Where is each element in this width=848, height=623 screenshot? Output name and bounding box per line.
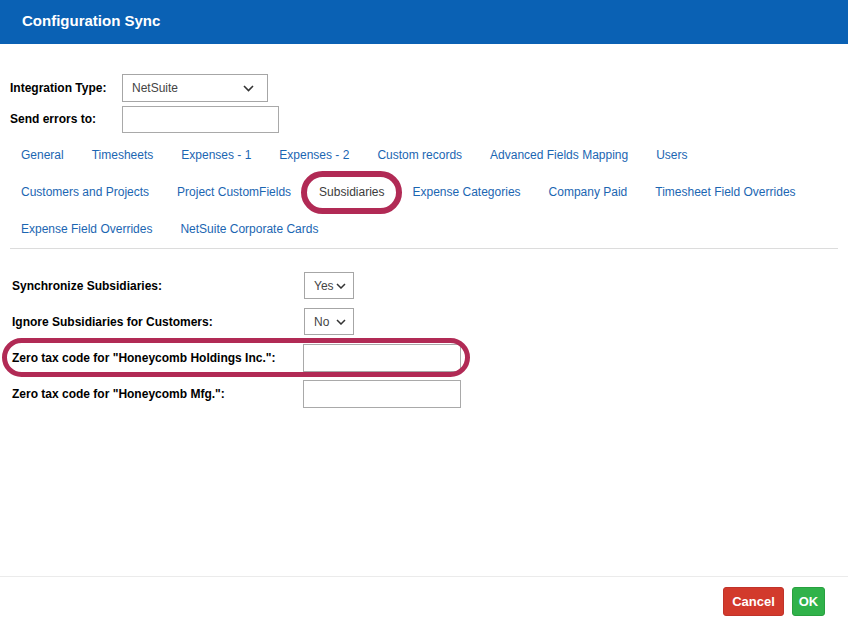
annotation-circle-subsidiaries xyxy=(301,171,402,214)
ignore-subsidiaries-select[interactable]: No xyxy=(304,308,354,335)
annotation-circle-zero-tax-holdings xyxy=(2,338,470,377)
send-errors-input[interactable] xyxy=(122,106,279,133)
tab-expense-field-overrides[interactable]: Expense Field Overrides xyxy=(21,223,152,236)
integration-type-value: NetSuite xyxy=(123,81,243,95)
tab-row-3: Expense Field Overrides NetSuite Corpora… xyxy=(21,223,318,236)
chevron-down-icon xyxy=(336,319,346,325)
tab-customers-and-projects[interactable]: Customers and Projects xyxy=(21,186,149,199)
send-errors-label: Send errors to: xyxy=(10,113,96,126)
ignore-subsidiaries-label: Ignore Subsidiaries for Customers: xyxy=(12,316,213,329)
sync-subsidiaries-value: Yes xyxy=(305,279,336,293)
tabs-divider xyxy=(10,248,838,249)
sync-subsidiaries-select[interactable]: Yes xyxy=(304,272,354,299)
chevron-down-icon xyxy=(336,283,346,289)
tab-company-paid[interactable]: Company Paid xyxy=(549,186,628,199)
tab-subsidiaries[interactable]: Subsidiaries xyxy=(319,186,384,199)
sync-subsidiaries-label: Synchronize Subsidiaries: xyxy=(12,280,162,293)
tab-row-1: General Timesheets Expenses - 1 Expenses… xyxy=(21,149,688,162)
zero-tax-mfg-input[interactable] xyxy=(303,380,461,408)
tab-expense-categories[interactable]: Expense Categories xyxy=(412,186,520,199)
tab-expenses-1[interactable]: Expenses - 1 xyxy=(181,149,251,162)
integration-type-select[interactable]: NetSuite xyxy=(122,74,268,102)
tab-timesheets[interactable]: Timesheets xyxy=(92,149,154,162)
page-title: Configuration Sync xyxy=(22,12,160,29)
title-bar: Configuration Sync xyxy=(0,0,848,44)
chevron-down-icon xyxy=(243,85,254,92)
zero-tax-mfg-label: Zero tax code for "Honeycomb Mfg.": xyxy=(12,388,225,401)
tab-row-2: Customers and Projects Project CustomFie… xyxy=(21,186,796,199)
tab-advanced-fields-mapping[interactable]: Advanced Fields Mapping xyxy=(490,149,628,162)
cancel-button[interactable]: Cancel xyxy=(723,587,784,616)
tab-expenses-2[interactable]: Expenses - 2 xyxy=(279,149,349,162)
tab-custom-records[interactable]: Custom records xyxy=(377,149,462,162)
ignore-subsidiaries-value: No xyxy=(305,315,336,329)
tab-netsuite-corporate-cards[interactable]: NetSuite Corporate Cards xyxy=(180,223,318,236)
tab-timesheet-field-overrides[interactable]: Timesheet Field Overrides xyxy=(655,186,795,199)
ok-button[interactable]: OK xyxy=(792,587,825,616)
integration-type-label: Integration Type: xyxy=(10,82,106,95)
tab-general[interactable]: General xyxy=(21,149,64,162)
tab-project-customfields[interactable]: Project CustomFields xyxy=(177,186,291,199)
footer-divider xyxy=(0,576,848,577)
tab-users[interactable]: Users xyxy=(656,149,687,162)
